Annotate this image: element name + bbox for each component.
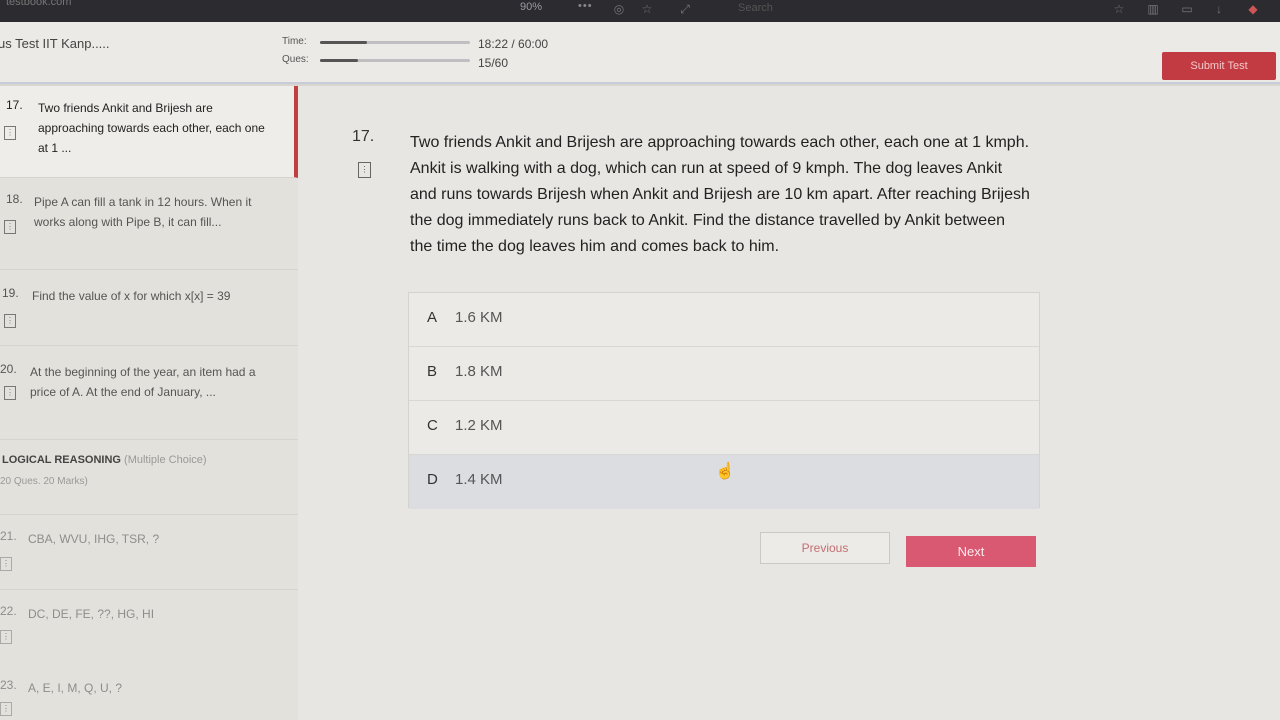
question-preview: DC, DE, FE, ??, HG, HI — [28, 607, 155, 621]
browser-toolbar: testbook.com 90% ••• ◎ ☆ ⤢ Search ☆ ▥ ▭ … — [0, 0, 1280, 22]
option-c[interactable]: C 1.2 KM — [409, 401, 1039, 455]
bookmark-icon[interactable]: ⋮ — [4, 126, 16, 140]
question-preview: A, E, I, M, Q, U, ? — [28, 681, 123, 695]
bookmark-icon[interactable]: ⋮ — [0, 630, 12, 644]
question-number: 17. — [352, 128, 375, 145]
option-letter: C — [427, 417, 438, 434]
question-panel: 17. ⋮ Two friends Ankit and Brijesh are … — [298, 86, 1280, 720]
question-preview: Find the value of x for which x[x] = 39 — [32, 289, 231, 303]
sidebar-question-22[interactable]: 22. DC, DE, FE, ??, HG, HI ⋮ — [0, 590, 298, 666]
option-text: 1.6 KM — [455, 309, 503, 326]
section-title: LOGICAL REASONING — [2, 454, 121, 466]
bookmark-icon[interactable]: ⋮ — [0, 557, 12, 571]
options-list: A 1.6 KM B 1.8 KM C 1.2 KM D 1.4 KM ☝ — [408, 292, 1040, 509]
ques-progress-bar — [320, 59, 470, 62]
ques-label: Ques: — [282, 54, 309, 65]
library-icon[interactable]: ▥ — [1146, 2, 1160, 16]
pocket-icon[interactable]: ◎ — [612, 2, 626, 16]
question-number: 21. — [0, 529, 17, 543]
question-text: Two friends Ankit and Brijesh are approa… — [410, 134, 1030, 255]
question-preview: CBA, WVU, IHG, TSR, ? — [28, 532, 160, 546]
ques-value: 15/60 — [478, 56, 509, 70]
question-preview: Pipe A can fill a tank in 12 hours. When… — [34, 195, 252, 229]
time-label: Time: — [282, 36, 307, 47]
section-marks: 20 Ques. 20 Marks) — [0, 476, 88, 487]
option-a[interactable]: A 1.6 KM — [409, 293, 1039, 347]
option-text: 1.8 KM — [455, 363, 503, 380]
sidebar-question-18[interactable]: 18. Pipe A can fill a tank in 12 hours. … — [0, 178, 298, 270]
ques-progress-fill — [320, 59, 358, 62]
address-bar[interactable]: testbook.com — [6, 0, 71, 8]
zoom-level[interactable]: 90% — [520, 1, 542, 13]
downloads-icon[interactable]: ↓ — [1212, 2, 1226, 16]
option-b[interactable]: B 1.8 KM — [409, 347, 1039, 401]
bookmark-icon[interactable]: ⋮ — [4, 314, 16, 328]
question-number: 18. — [6, 192, 23, 206]
option-text: 1.4 KM — [455, 471, 503, 488]
time-progress-bar — [320, 41, 470, 44]
bookmark-icon[interactable]: ⋮ — [4, 386, 16, 400]
browser-search-input[interactable]: Search — [712, 2, 912, 18]
question-number: 19. — [2, 286, 19, 300]
time-progress-fill — [320, 41, 367, 44]
next-button[interactable]: Next — [906, 536, 1036, 567]
question-number: 23. — [0, 678, 17, 692]
section-heading: LOGICAL REASONING (Multiple Choice) — [2, 454, 207, 466]
question-number: 17. — [6, 98, 23, 112]
expand-icon[interactable]: ⤢ — [678, 2, 692, 16]
section-type: (Multiple Choice) — [124, 454, 207, 466]
sidebar-question-23[interactable]: 23. A, E, I, M, Q, U, ? ⋮ — [0, 666, 298, 720]
test-header: us Test IIT Kanp..... Time: 18:22 / 60:0… — [0, 22, 1280, 84]
option-letter: B — [427, 363, 438, 380]
submit-test-button[interactable]: Submit Test — [1162, 52, 1276, 80]
option-letter: D — [427, 471, 438, 488]
star-icon[interactable]: ☆ — [640, 2, 654, 16]
question-number: 20. — [0, 362, 17, 376]
sidebar-question-19[interactable]: 19. Find the value of x for which x[x] =… — [0, 270, 298, 346]
sidebar-icon[interactable]: ▭ — [1180, 2, 1194, 16]
test-title: us Test IIT Kanp..... — [0, 36, 110, 51]
time-value: 18:22 / 60:00 — [478, 37, 549, 51]
bookmark-icon[interactable]: ⋮ — [358, 162, 371, 178]
question-list-sidebar[interactable]: 17. Two friends Ankit and Brijesh are ap… — [0, 86, 298, 720]
sidebar-question-17[interactable]: 17. Two friends Ankit and Brijesh are ap… — [0, 86, 298, 178]
option-text: 1.2 KM — [455, 417, 503, 434]
page-actions-menu[interactable]: ••• — [578, 0, 593, 12]
question-preview: At the beginning of the year, an item ha… — [30, 365, 256, 399]
hand-cursor-icon: ☝ — [715, 463, 735, 480]
sidebar-question-21[interactable]: 21. CBA, WVU, IHG, TSR, ? ⋮ — [0, 514, 298, 590]
extension-icon[interactable]: ◆ — [1246, 2, 1260, 16]
question-preview: Two friends Ankit and Brijesh are approa… — [38, 101, 265, 155]
sidebar-question-20[interactable]: 20. At the beginning of the year, an ite… — [0, 346, 298, 440]
bookmark-icon[interactable]: ⋮ — [0, 702, 12, 716]
option-letter: A — [427, 309, 438, 326]
bookmarks-icon[interactable]: ☆ — [1112, 2, 1126, 16]
bookmark-icon[interactable]: ⋮ — [4, 220, 16, 234]
question-number: 22. — [0, 604, 17, 618]
previous-button[interactable]: Previous — [760, 532, 890, 564]
